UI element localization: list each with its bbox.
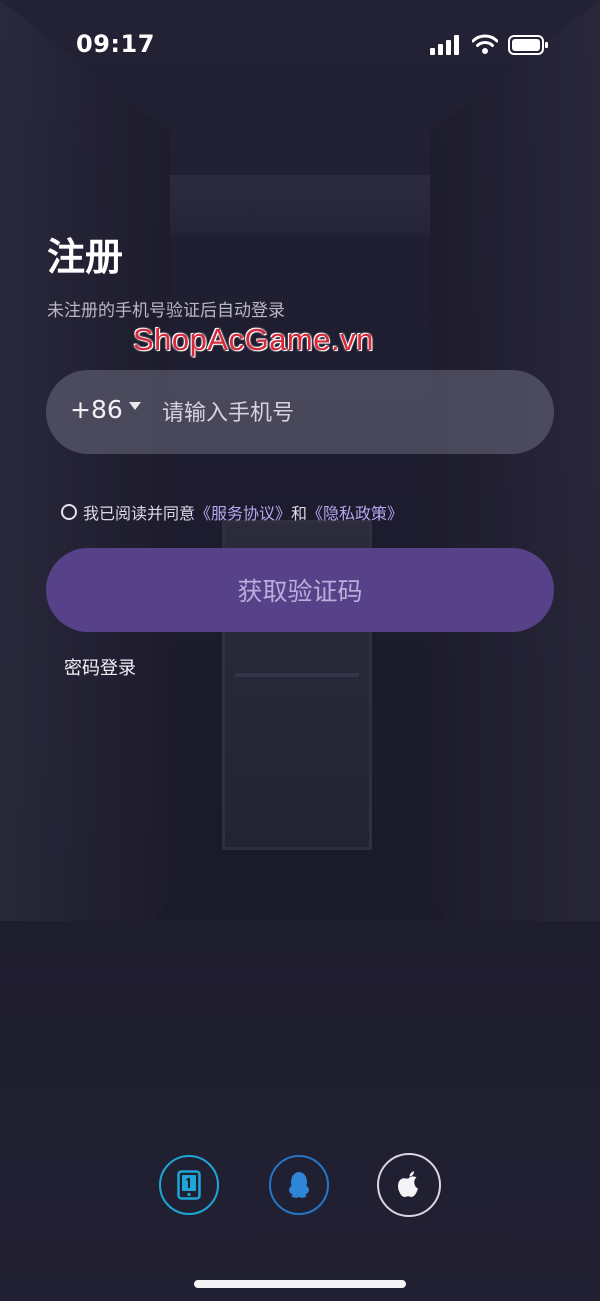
phone-login-button[interactable] (159, 1155, 219, 1215)
wifi-icon (472, 34, 498, 54)
country-code-selector[interactable]: +86 (70, 395, 123, 424)
apple-icon (398, 1171, 418, 1197)
chevron-down-icon[interactable] (129, 402, 141, 410)
qq-icon (289, 1172, 309, 1198)
privacy-policy-link[interactable]: 《隐私政策》 (307, 500, 403, 524)
service-agreement-link[interactable]: 《服务协议》 (195, 500, 291, 524)
status-time: 09:17 (76, 30, 155, 58)
battery-icon (508, 35, 548, 55)
agreement-prefix: 我已阅读并同意 (83, 504, 196, 523)
phone-number-input[interactable] (160, 392, 524, 434)
password-login-link[interactable]: 密码登录 (64, 654, 136, 680)
status-bar: 09:17 (0, 0, 600, 90)
phone-field: +86 (46, 370, 554, 454)
background-ceiling (170, 175, 430, 235)
agreement-and: 和 (291, 504, 308, 523)
cellular-signal-icon (430, 35, 459, 55)
phone-number-icon (177, 1170, 201, 1200)
home-indicator[interactable] (194, 1280, 406, 1288)
background-image (0, 0, 600, 1301)
agreement-checkbox[interactable] (61, 504, 77, 520)
background-floor (0, 921, 600, 1301)
watermark-text: ShopAcGame.vn (133, 322, 374, 357)
get-verification-code-button[interactable]: 获取验证码 (46, 548, 554, 632)
qq-login-button[interactable] (269, 1155, 329, 1215)
page-title: 注册 (47, 235, 124, 279)
agreement-row: 我已阅读并同意 《服务协议》 和 《隐私政策》 (61, 500, 403, 524)
apple-login-button[interactable] (377, 1153, 441, 1217)
page-subtitle: 未注册的手机号验证后自动登录 (47, 301, 285, 321)
